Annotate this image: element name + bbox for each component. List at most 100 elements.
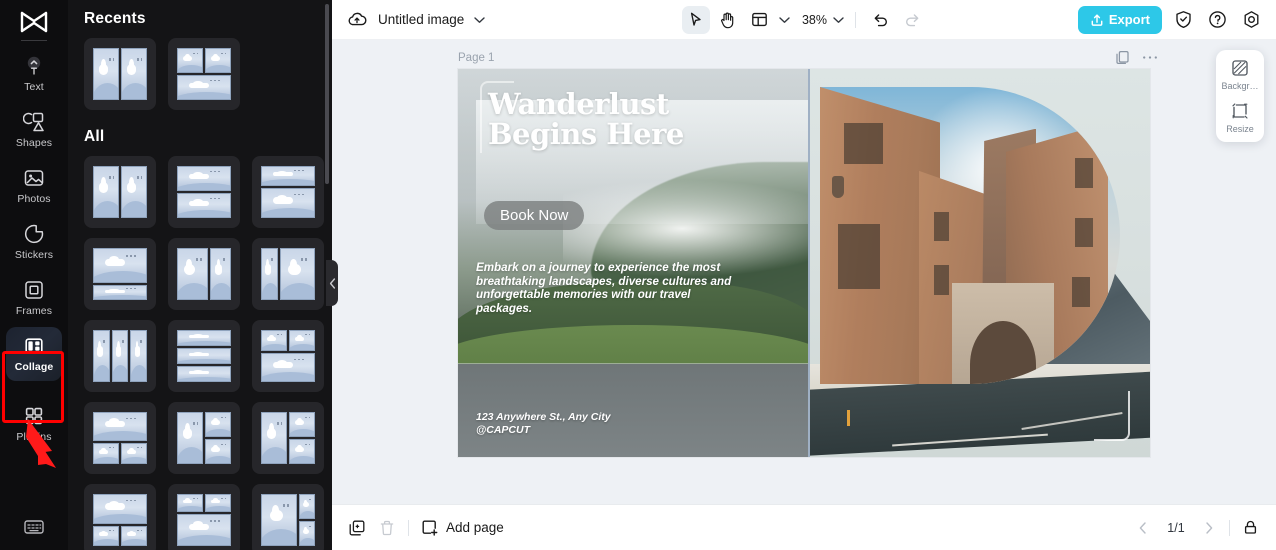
road-post bbox=[847, 409, 851, 426]
collage-template-item[interactable] bbox=[168, 38, 240, 110]
chevron-down-icon[interactable] bbox=[472, 13, 486, 27]
capcut-logo[interactable] bbox=[14, 8, 54, 36]
top-toolbar: Untitled image 38% Export bbox=[332, 0, 1276, 40]
left-rail: Text Shapes Photos Stickers Frames Colla… bbox=[0, 0, 68, 550]
sidebar-item-stickers[interactable]: Stickers bbox=[6, 215, 62, 269]
template-cell bbox=[205, 494, 231, 512]
recents-template-grid bbox=[84, 38, 316, 110]
keyboard-shortcuts-button[interactable] bbox=[0, 518, 68, 536]
collage-template-item[interactable] bbox=[252, 402, 324, 474]
window bbox=[844, 122, 883, 165]
redo-button[interactable] bbox=[898, 6, 926, 34]
window bbox=[934, 265, 949, 295]
template-cell bbox=[121, 442, 147, 464]
collage-template-panel: Recents All bbox=[68, 0, 332, 550]
collage-icon bbox=[23, 335, 45, 357]
export-button[interactable]: Export bbox=[1077, 5, 1162, 34]
add-page-icon bbox=[422, 520, 438, 536]
collage-template-item[interactable] bbox=[168, 238, 240, 310]
canvas-area[interactable]: Page 1 Wanderlust Begins Here Book Now E… bbox=[332, 40, 1276, 504]
collage-template-item[interactable] bbox=[252, 238, 324, 310]
panel-collapse-handle[interactable] bbox=[326, 260, 338, 306]
artwork-body-text[interactable]: Embark on a journey to experience the mo… bbox=[476, 261, 740, 316]
sidebar-item-plugins[interactable]: Plugins bbox=[6, 397, 62, 451]
collage-template-item[interactable] bbox=[84, 484, 156, 550]
hand-tool-button[interactable] bbox=[714, 6, 742, 34]
artwork-footer-text[interactable]: 123 Anywhere St., Any City @CAPCUT bbox=[476, 411, 611, 437]
zoom-level-value[interactable]: 38% bbox=[802, 13, 827, 27]
document-title[interactable]: Untitled image bbox=[378, 12, 464, 27]
sidebar-item-label: Collage bbox=[14, 361, 54, 373]
zoom-chevron-down-icon[interactable] bbox=[831, 13, 845, 27]
collage-template-item[interactable] bbox=[252, 484, 324, 550]
undo-button[interactable] bbox=[866, 6, 894, 34]
template-cell bbox=[261, 188, 315, 218]
collage-template-item[interactable] bbox=[168, 402, 240, 474]
page-indicator: 1/1 bbox=[1167, 520, 1185, 535]
template-cell bbox=[261, 353, 315, 382]
headline-line-2: Begins Here bbox=[488, 117, 684, 152]
text-icon bbox=[23, 55, 45, 77]
layout-chevron-down-icon[interactable] bbox=[778, 13, 792, 27]
template-cell bbox=[93, 248, 147, 283]
sidebar-item-label: Photos bbox=[17, 193, 51, 205]
resize-label: Resize bbox=[1226, 124, 1254, 134]
template-cell bbox=[261, 494, 298, 546]
duplicate-page-icon[interactable] bbox=[1115, 50, 1130, 65]
template-cell bbox=[289, 439, 315, 464]
template-cell bbox=[93, 166, 119, 218]
prev-page-button[interactable] bbox=[1133, 518, 1153, 538]
lock-icon bbox=[1244, 520, 1256, 534]
decorative-corner-bottom-right bbox=[1094, 391, 1130, 441]
lock-button[interactable] bbox=[1240, 518, 1260, 538]
sidebar-item-shapes[interactable]: Shapes bbox=[6, 103, 62, 157]
collage-template-item[interactable] bbox=[84, 156, 156, 228]
template-cell bbox=[299, 521, 315, 546]
toolbar-divider bbox=[855, 11, 857, 28]
toolbar-right-cluster: Export bbox=[1077, 5, 1264, 34]
add-page-button[interactable]: Add page bbox=[421, 519, 504, 536]
sidebar-item-collage[interactable]: Collage bbox=[6, 327, 62, 381]
sidebar-item-photos[interactable]: Photos bbox=[6, 159, 62, 213]
background-button[interactable]: Backgr… bbox=[1217, 58, 1263, 91]
artwork-headline[interactable]: Wanderlust Begins Here bbox=[488, 89, 684, 149]
artwork: Wanderlust Begins Here Book Now Embark o… bbox=[458, 69, 1150, 457]
bottom-toolbar: Add page 1/1 bbox=[332, 504, 1276, 550]
headline-line-1: Wanderlust bbox=[488, 87, 669, 121]
template-cell bbox=[177, 166, 231, 191]
layout-tool-button[interactable] bbox=[746, 6, 774, 34]
collage-template-item[interactable] bbox=[252, 156, 324, 228]
export-button-label: Export bbox=[1108, 12, 1150, 27]
collage-template-item[interactable] bbox=[84, 38, 156, 110]
collage-template-item[interactable] bbox=[252, 320, 324, 392]
template-cell bbox=[177, 75, 231, 100]
settings-icon[interactable] bbox=[1238, 7, 1264, 33]
collage-template-item[interactable] bbox=[168, 320, 240, 392]
next-page-button[interactable] bbox=[1199, 518, 1219, 538]
resize-icon bbox=[1232, 103, 1248, 119]
building-photo-frame[interactable] bbox=[820, 87, 1120, 384]
collage-template-item[interactable] bbox=[168, 484, 240, 550]
help-icon[interactable] bbox=[1204, 7, 1230, 33]
cloud-save-icon[interactable] bbox=[344, 7, 370, 33]
resize-button[interactable]: Resize bbox=[1217, 101, 1263, 134]
sidebar-item-frames[interactable]: Frames bbox=[6, 271, 62, 325]
collage-template-item[interactable] bbox=[84, 402, 156, 474]
shapes-icon bbox=[23, 111, 45, 133]
cursor-icon bbox=[691, 12, 702, 26]
book-now-button[interactable]: Book Now bbox=[484, 201, 585, 230]
more-options-icon[interactable] bbox=[1142, 55, 1158, 60]
panel-section-title-recents: Recents bbox=[84, 10, 146, 27]
select-tool-button[interactable] bbox=[681, 5, 710, 34]
collage-template-item[interactable] bbox=[84, 320, 156, 392]
collage-template-item[interactable] bbox=[84, 238, 156, 310]
panel-scrollbar[interactable] bbox=[325, 4, 329, 184]
collage-template-item[interactable] bbox=[168, 156, 240, 228]
shield-check-icon[interactable] bbox=[1170, 7, 1196, 33]
trash-icon[interactable] bbox=[378, 519, 396, 537]
template-cell bbox=[177, 330, 231, 346]
duplicate-icon[interactable] bbox=[348, 519, 366, 537]
frames-icon bbox=[23, 279, 45, 301]
design-page-canvas[interactable]: Wanderlust Begins Here Book Now Embark o… bbox=[458, 69, 1150, 457]
sidebar-item-text[interactable]: Text bbox=[6, 47, 62, 101]
